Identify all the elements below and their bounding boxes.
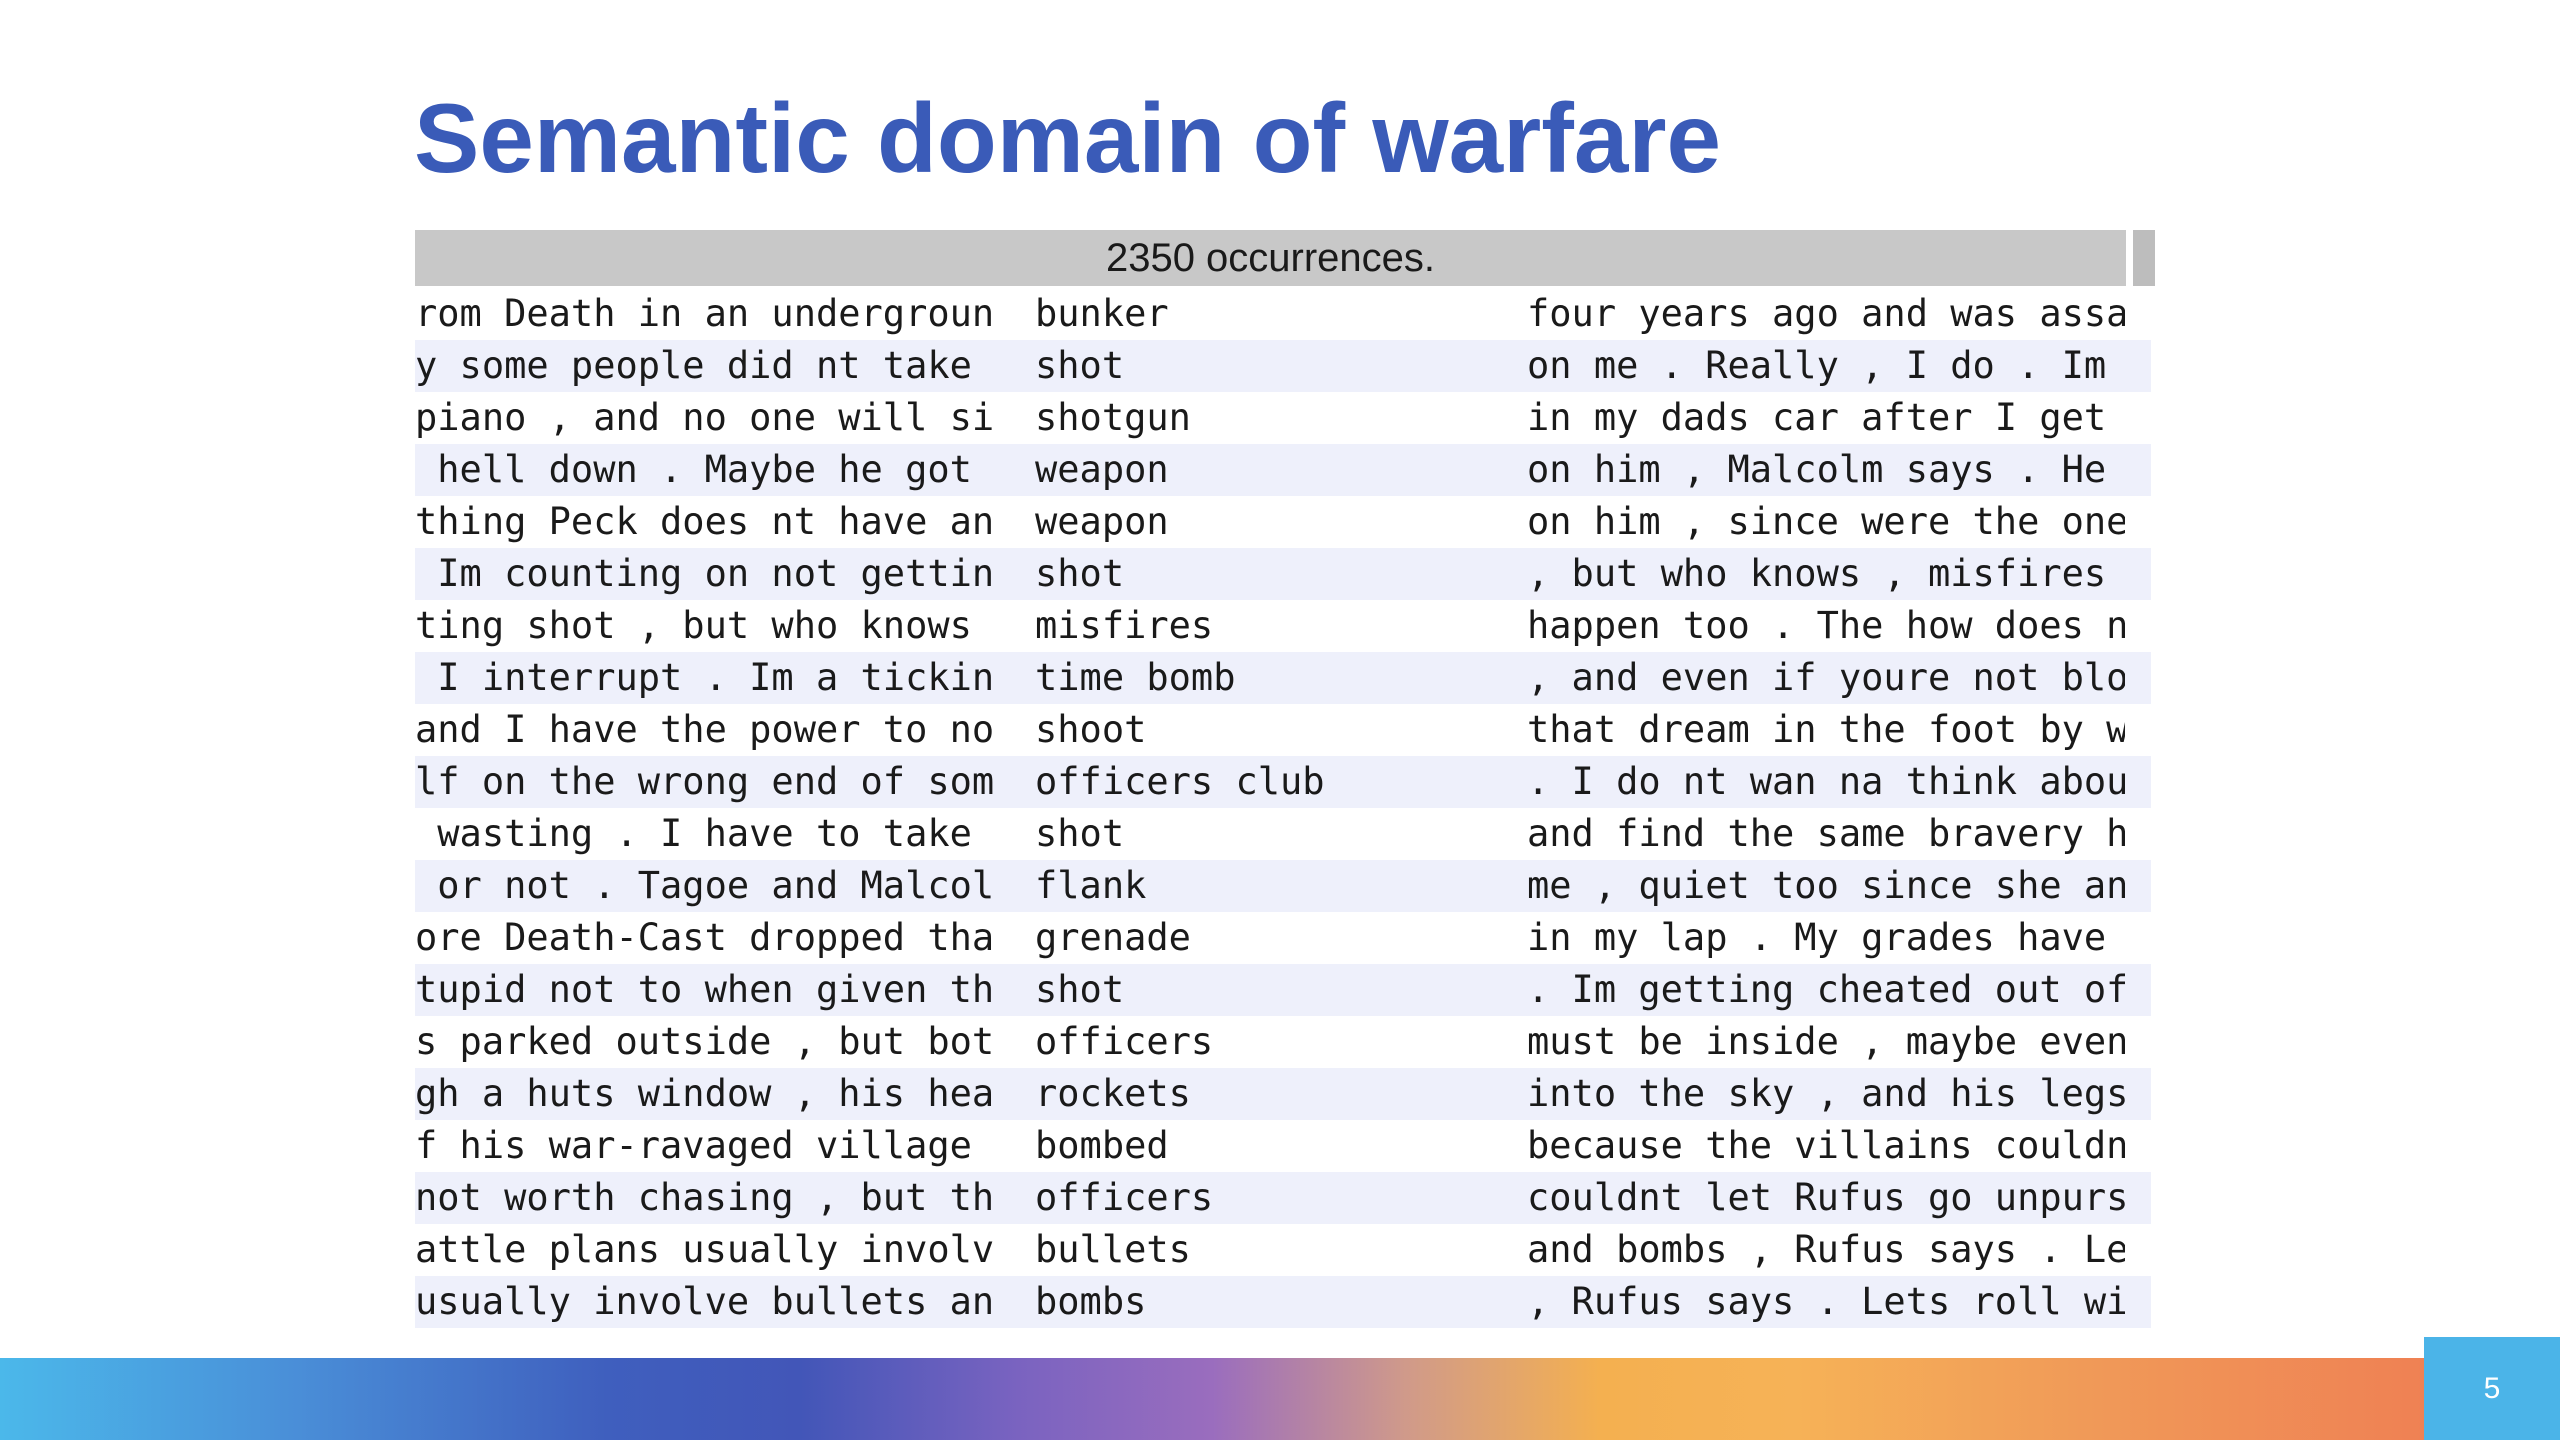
concordance-row: I interrupt . Im a ticking time bomb , and… bbox=[415, 652, 2151, 704]
right-context: that dream in the foot by wa bbox=[1527, 708, 2125, 751]
right-context: in my lap . My grades have a bbox=[1527, 916, 2125, 959]
left-context: s parked outside , but both bbox=[415, 1020, 993, 1063]
right-context: and bombs , Rufus says . Let bbox=[1527, 1228, 2125, 1271]
keyword: shot bbox=[1035, 552, 1125, 595]
right-context: because the villains couldnt bbox=[1527, 1124, 2125, 1167]
left-context: rom Death in an underground bbox=[415, 292, 993, 335]
right-context: . Im getting cheated out of bbox=[1527, 968, 2125, 1011]
occurrences-header: 2350 occurrences. bbox=[415, 230, 2126, 286]
left-context: gh a huts window , his head bbox=[415, 1072, 993, 1115]
right-context: four years ago and was assas bbox=[1527, 292, 2125, 335]
left-context: f his war-ravaged village , bbox=[415, 1124, 993, 1167]
slide-title: Semantic domain of warfare bbox=[414, 83, 1722, 193]
right-context: on him , Malcolm says . He s bbox=[1527, 448, 2125, 491]
keyword: shot bbox=[1035, 344, 1125, 387]
keyword: bullets bbox=[1035, 1228, 1191, 1271]
right-context: into the sky , and his legs bbox=[1527, 1072, 2125, 1115]
concordance-row: and I have the power to not shoot that dre… bbox=[415, 704, 2151, 756]
concordance-row: wasting . I have to take a shot and find t… bbox=[415, 808, 2151, 860]
left-context: lf on the wrong end of some bbox=[415, 760, 993, 803]
left-context: tupid not to when given the bbox=[415, 968, 993, 1011]
concordance-row: tupid not to when given the shot . Im gett… bbox=[415, 964, 2151, 1016]
page-number: 5 bbox=[2424, 1337, 2560, 1440]
keyword: misfires bbox=[1035, 604, 1214, 647]
keyword: grenade bbox=[1035, 916, 1191, 959]
left-context: ting shot , but who knows , bbox=[415, 604, 993, 647]
keyword: shoot bbox=[1035, 708, 1147, 751]
concordance-row: f his war-ravaged village , bombed because… bbox=[415, 1120, 2151, 1172]
keyword: bunker bbox=[1035, 292, 1169, 335]
right-context: must be inside , maybe even bbox=[1527, 1020, 2125, 1063]
left-context: thing Peck does nt have any bbox=[415, 500, 993, 543]
keyword: time bomb bbox=[1035, 656, 1236, 699]
keyword: weapon bbox=[1035, 500, 1169, 543]
keyword: flank bbox=[1035, 864, 1147, 907]
concordance-row: rom Death in an underground bunker four ye… bbox=[415, 288, 2151, 340]
left-context: usually involve bullets and bbox=[415, 1280, 993, 1323]
concordance-row: s parked outside , but both officers must … bbox=[415, 1016, 2151, 1068]
concordance-row: or not . Tagoe and Malcolm flank me , quie… bbox=[415, 860, 2151, 912]
left-context: attle plans usually involve bbox=[415, 1228, 993, 1271]
keyword: shot bbox=[1035, 812, 1125, 855]
right-context: couldnt let Rufus go unpursu bbox=[1527, 1176, 2125, 1219]
keyword: officers bbox=[1035, 1176, 1214, 1219]
left-context: or not . Tagoe and Malcolm bbox=[415, 864, 993, 907]
concordance-row: y some people did nt take a shot on me . R… bbox=[415, 340, 2151, 392]
left-context: hell down . Maybe he got a bbox=[415, 448, 993, 491]
left-context: not worth chasing , but the bbox=[415, 1176, 993, 1219]
concordance-row: gh a huts window , his head rockets into t… bbox=[415, 1068, 2151, 1120]
right-context: . I do nt wan na think about bbox=[1527, 760, 2125, 803]
concordance-row: ore Death-Cast dropped that grenade in my … bbox=[415, 912, 2151, 964]
right-context: me , quiet too since she and bbox=[1527, 864, 2125, 907]
right-context: in my dads car after I get m bbox=[1527, 396, 2125, 439]
left-context: ore Death-Cast dropped that bbox=[415, 916, 993, 959]
concordance-row: thing Peck does nt have any weapon on him … bbox=[415, 496, 2151, 548]
concordance-row: lf on the wrong end of some officers club… bbox=[415, 756, 2151, 808]
right-context: on me . Really , I do . Im s bbox=[1527, 344, 2125, 387]
right-context: and find the same bravery hu bbox=[1527, 812, 2125, 855]
right-context: on him , since were the ones bbox=[1527, 500, 2125, 543]
left-context: Im counting on not getting bbox=[415, 552, 993, 595]
right-context: , and even if youre not blow bbox=[1527, 656, 2125, 699]
header-gap bbox=[2126, 230, 2133, 286]
left-context: piano , and no one will sit bbox=[415, 396, 993, 439]
keyword: bombs bbox=[1035, 1280, 1147, 1323]
scrollbar[interactable] bbox=[2133, 230, 2155, 286]
concordance-row: usually involve bullets and bombs , Rufus … bbox=[415, 1276, 2151, 1328]
keyword: rockets bbox=[1035, 1072, 1191, 1115]
concordance-row: not worth chasing , but the officers could… bbox=[415, 1172, 2151, 1224]
keyword: officers club bbox=[1035, 760, 1325, 803]
left-context: and I have the power to not bbox=[415, 708, 993, 751]
keyword: shotgun bbox=[1035, 396, 1191, 439]
keyword: shot bbox=[1035, 968, 1125, 1011]
keyword: bombed bbox=[1035, 1124, 1169, 1167]
concordance-row: piano , and no one will sit shotgun in my … bbox=[415, 392, 2151, 444]
concordance-row: Im counting on not getting shot , but who … bbox=[415, 548, 2151, 600]
left-context: y some people did nt take a bbox=[415, 344, 993, 387]
keyword: weapon bbox=[1035, 448, 1169, 491]
right-context: happen too . The how does nt bbox=[1527, 604, 2125, 647]
keyword: officers bbox=[1035, 1020, 1214, 1063]
concordance-rows: rom Death in an underground bunker four ye… bbox=[415, 288, 2155, 1328]
concordance-table: 2350 occurrences. rom Death in an underg… bbox=[415, 230, 2155, 1328]
right-context: , Rufus says . Lets roll wit bbox=[1527, 1280, 2125, 1323]
right-context: , but who knows , misfires h bbox=[1527, 552, 2125, 595]
left-context: wasting . I have to take a bbox=[415, 812, 993, 855]
concordance-row: ting shot , but who knows , misfires happe… bbox=[415, 600, 2151, 652]
concordance-row: attle plans usually involve bullets and bo… bbox=[415, 1224, 2151, 1276]
footer-gradient-bar bbox=[0, 1358, 2424, 1440]
concordance-row: hell down . Maybe he got a weapon on him ,… bbox=[415, 444, 2151, 496]
left-context: I interrupt . Im a ticking bbox=[415, 656, 993, 699]
